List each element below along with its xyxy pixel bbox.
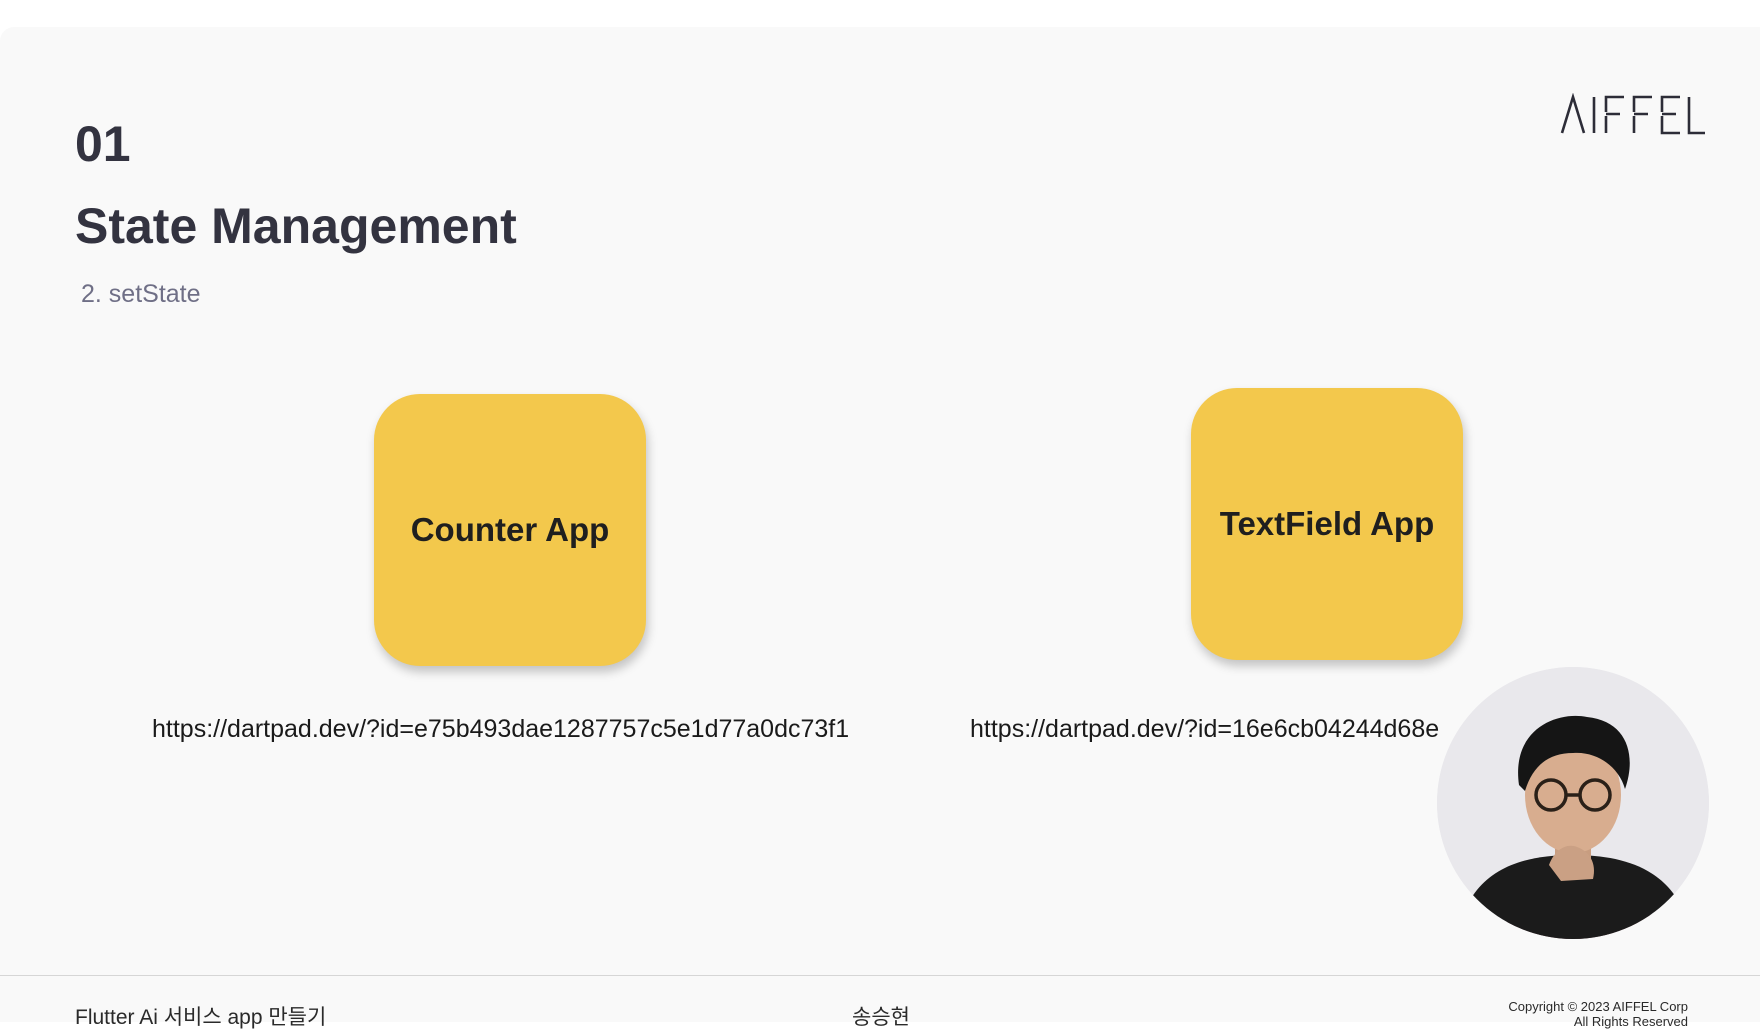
counter-app-link[interactable]: https://dartpad.dev/?id=e75b493dae128775…	[152, 715, 849, 744]
footer-course-title: Flutter Ai 서비스 app 만들기	[75, 1006, 327, 1029]
counter-app-label: Counter App	[410, 511, 610, 548]
textfield-app-link[interactable]: https://dartpad.dev/?id=16e6cb04244d68e	[970, 715, 1460, 744]
aiffel-logo	[1560, 93, 1705, 135]
footer-copyright: Copyright © 2023 AIFFEL Corp All Rights …	[1508, 999, 1688, 1029]
slide-title: State Management	[75, 198, 517, 254]
copyright-line: Copyright © 2023 AIFFEL Corp	[1508, 999, 1688, 1014]
footer-divider	[0, 975, 1760, 976]
counter-app-card[interactable]: Counter App	[374, 394, 646, 666]
footer-presenter-name: 송승현	[852, 1006, 910, 1029]
presenter-avatar-icon	[1437, 667, 1709, 939]
presenter-video-bubble	[1437, 667, 1709, 939]
slide: 01 State Management 2. setState Counter …	[0, 27, 1760, 1029]
slide-subtitle: 2. setState	[81, 280, 201, 308]
textfield-app-card[interactable]: TextField App	[1191, 388, 1463, 660]
textfield-app-label: TextField App	[1219, 505, 1435, 542]
section-number: 01	[75, 116, 131, 172]
